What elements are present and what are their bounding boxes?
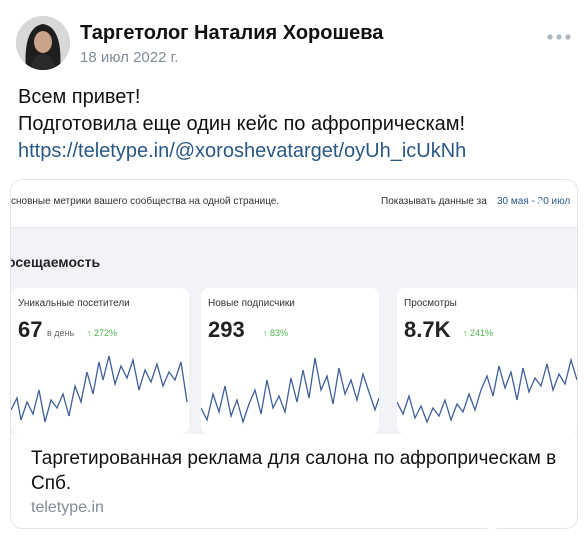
more-horizontal-icon[interactable] xyxy=(546,32,572,42)
metric-card: Просмотры 8.7K ↑ 241% xyxy=(397,288,577,434)
post-text: Всем привет! Подготовила еще один кейс п… xyxy=(18,84,578,165)
metric-card: Уникальные посетители 67 в день ↑ 272% xyxy=(11,288,189,434)
preview-heading: осещаемость xyxy=(11,254,101,270)
post: Таргетолог Наталия Хорошева 18 июл 2022 … xyxy=(0,0,588,540)
avatar[interactable] xyxy=(16,16,70,70)
metric-value: 67 xyxy=(18,317,43,342)
preview-description: сновные метрики вашего сообщества на одн… xyxy=(11,196,280,207)
link-preview-image[interactable]: сновные метрики вашего сообщества на одн… xyxy=(11,180,577,434)
metric-delta: ↑ 272% xyxy=(87,328,118,338)
metric-title: Просмотры xyxy=(404,298,457,309)
metric-delta: ↑ 241% xyxy=(463,328,494,338)
metric-title: Новые подписчики xyxy=(208,298,295,309)
preview-top-bar: сновные метрики вашего сообщества на одн… xyxy=(11,180,577,228)
metric-sparkline xyxy=(11,355,188,423)
metric-sparkline xyxy=(201,357,379,425)
star-outline-icon[interactable] xyxy=(526,198,556,228)
metric-title: Уникальные посетители xyxy=(18,298,130,309)
metric-delta: ↑ 83% xyxy=(263,328,289,338)
card-title[interactable]: Таргетированная реклама для салона по аф… xyxy=(31,446,561,496)
post-text-line: Подготовила еще один кейс по афроприческ… xyxy=(18,113,466,135)
metric-card: Новые подписчики 293 ↑ 83% xyxy=(201,288,379,434)
watermark-text: Avito xyxy=(518,504,570,527)
metric-value: 293 xyxy=(208,317,245,342)
card-domain[interactable]: teletype.in xyxy=(31,499,104,517)
preview-range-label: Показывать данные за xyxy=(381,196,487,207)
post-date[interactable]: 18 июл 2022 г. xyxy=(80,49,178,66)
post-text-line: Всем привет! xyxy=(18,86,141,108)
avito-logo-icon xyxy=(484,504,511,530)
post-header: Таргетолог Наталия Хорошева 18 июл 2022 … xyxy=(16,16,576,72)
post-link[interactable]: https://teletype.in/@xoroshevatarget/oyU… xyxy=(18,140,466,162)
author-name[interactable]: Таргетолог Наталия Хорошева xyxy=(80,22,383,45)
metric-value: 8.7K xyxy=(404,317,451,342)
metric-sub: в день xyxy=(47,328,75,338)
metric-sparkline xyxy=(397,357,577,424)
link-card[interactable]: сновные метрики вашего сообщества на одн… xyxy=(10,179,578,529)
avito-watermark: Avito xyxy=(482,502,578,532)
